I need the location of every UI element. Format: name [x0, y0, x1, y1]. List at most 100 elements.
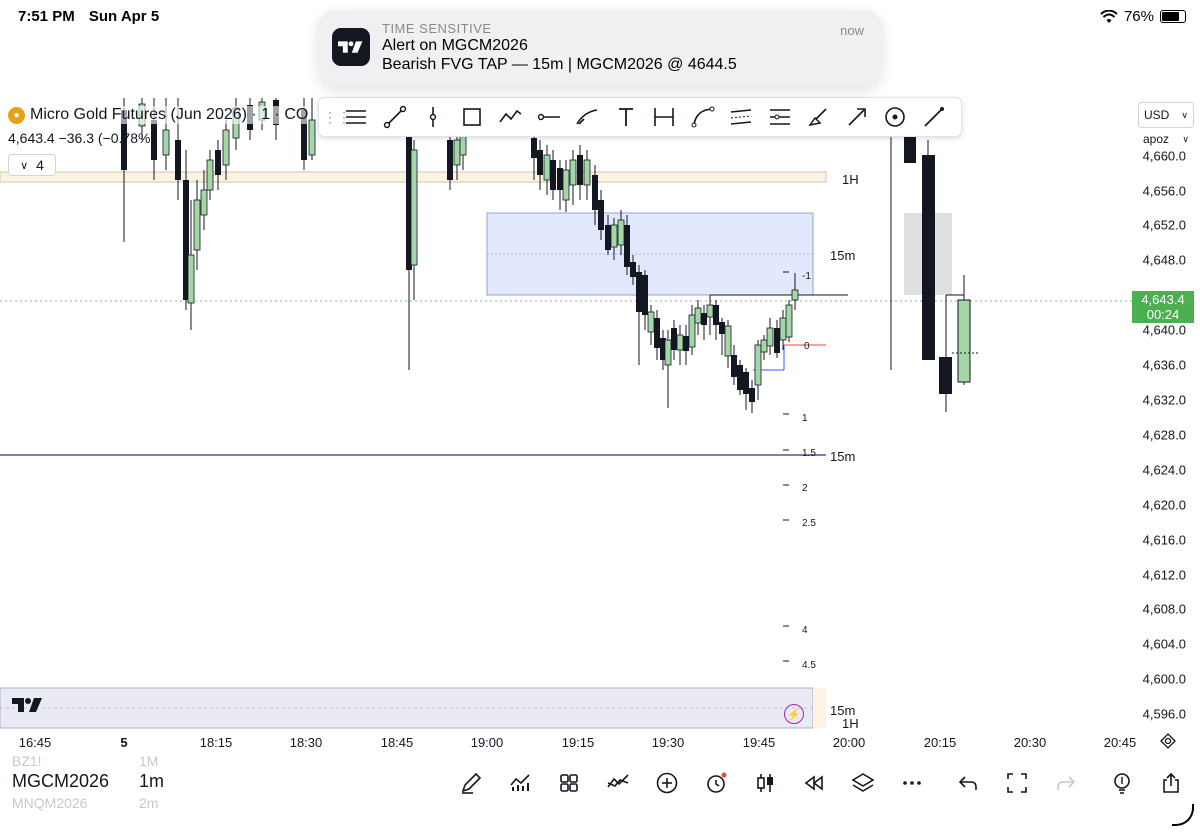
candles-icon[interactable]: [750, 768, 780, 798]
time-tick: 19:30: [651, 735, 685, 750]
price-tick: 4,632.0: [1142, 392, 1186, 408]
notification-body: Bearish FVG TAP — 15m | MGCM2026 @ 4644.…: [382, 56, 737, 73]
redo-icon[interactable]: [1051, 768, 1081, 798]
time-tick: 18:45: [380, 735, 414, 750]
price-range-icon[interactable]: [645, 97, 684, 137]
price-tick: 4,656.0: [1142, 183, 1186, 199]
label-1h-lower: 1H: [842, 716, 859, 731]
fib-icon[interactable]: [761, 97, 800, 137]
trend-line-icon[interactable]: [376, 97, 415, 137]
fib-label: 2.5: [802, 518, 816, 529]
label-15m-mid: 15m: [830, 449, 856, 464]
fib-label: -1: [802, 271, 811, 282]
price-tick: 4,596.0: [1142, 706, 1186, 722]
rectangle-icon[interactable]: [453, 97, 492, 137]
compare-icon[interactable]: [603, 768, 633, 798]
fib-label: 0: [804, 341, 810, 352]
prev-interval: 1M: [139, 753, 159, 769]
fullscreen-icon[interactable]: [1002, 768, 1032, 798]
alarm-icon[interactable]: [701, 768, 731, 798]
brush-icon[interactable]: [799, 97, 838, 137]
target-icon[interactable]: [876, 97, 915, 137]
more-icon[interactable]: [897, 768, 927, 798]
next-interval: 2m: [139, 795, 159, 811]
undo-icon[interactable]: [953, 768, 983, 798]
time-tick: 16:45: [18, 735, 52, 750]
time-tick: 5: [120, 735, 128, 750]
unit-select[interactable]: apoz ∨: [1138, 128, 1194, 150]
price-tick: 4,660.0: [1142, 148, 1186, 164]
time-tick: 20:45: [1103, 735, 1137, 750]
ideas-lightbulb-icon[interactable]: [1107, 768, 1137, 798]
symbol-search-button[interactable]: MGCM2026: [12, 771, 109, 792]
notification-title: Alert on MGCM2026: [382, 37, 528, 54]
curve-icon[interactable]: [568, 97, 607, 137]
collapse-indicators-button[interactable]: ∨ 4: [8, 154, 56, 176]
fib-label: 1: [802, 413, 808, 424]
arc-icon[interactable]: [684, 97, 723, 137]
chevron-down-icon: ∨: [1182, 133, 1189, 144]
fib-label: 1.5: [802, 448, 816, 459]
replay-icon[interactable]: [799, 768, 829, 798]
price-tick: 4,648.0: [1142, 252, 1186, 268]
candles-htf: [890, 130, 980, 412]
time-tick: 18:15: [199, 735, 233, 750]
current-price: 4,643.4: [1141, 292, 1185, 307]
price-change: 4,643.4 −36.3 (−0.78%): [8, 130, 156, 146]
path-icon[interactable]: [491, 97, 530, 137]
fib-label: 4.5: [802, 660, 816, 671]
tradingview-logo[interactable]: [12, 696, 44, 719]
drag-handle-icon[interactable]: ⋮⋮: [323, 109, 351, 126]
draw-pencil-icon[interactable]: [456, 768, 486, 798]
chevron-down-icon: ∨: [1181, 109, 1188, 120]
indicators-icon[interactable]: [505, 768, 535, 798]
prev-symbol: BZ1!: [12, 753, 42, 769]
vertical-line-icon[interactable]: [414, 97, 453, 137]
drawing-toolbar: ⋮⋮: [318, 97, 962, 137]
symbol-title: Micro Gold Futures (Jun 2026) · 1 · CO: [30, 106, 309, 123]
chart-settings-icon[interactable]: [1160, 733, 1176, 749]
price-tick: 4,624.0: [1142, 462, 1186, 478]
chevron-down-icon: ∨: [20, 159, 29, 172]
horizontal-ray-icon[interactable]: [530, 97, 569, 137]
arrow-icon[interactable]: [838, 97, 877, 137]
pen-icon[interactable]: [915, 97, 954, 137]
time-tick: 20:00: [832, 735, 866, 750]
bottom-toolbar: BZ1! 1M MGCM2026 1m MNQM2026 2m: [0, 753, 1200, 834]
fib-label: 2: [802, 483, 808, 494]
time-tick: 20:15: [923, 735, 957, 750]
parallel-channel-icon[interactable]: [722, 97, 761, 137]
price-tick: 4,608.0: [1142, 601, 1186, 617]
label-1h-upper: 1H: [842, 172, 859, 187]
price-tick: 4,600.0: [1142, 671, 1186, 687]
price-tick: 4,616.0: [1142, 532, 1186, 548]
horizontal-lines-icon[interactable]: [337, 97, 376, 137]
add-icon[interactable]: [652, 768, 682, 798]
text-icon[interactable]: [607, 97, 646, 137]
lightning-icon[interactable]: ⚡: [784, 704, 804, 724]
current-price-badge: 4,643.4 00:24: [1132, 291, 1194, 323]
share-icon[interactable]: [1156, 768, 1186, 798]
price-tick: 4,636.0: [1142, 357, 1186, 373]
currency-select[interactable]: USD ∨: [1138, 102, 1194, 128]
label-15m-upper: 15m: [830, 248, 856, 263]
time-tick: 18:30: [289, 735, 323, 750]
interval-button[interactable]: 1m: [139, 771, 164, 792]
price-tick: 4,652.0: [1142, 217, 1186, 233]
notification-banner[interactable]: TIME SENSITIVE now Alert on MGCM2026 Bea…: [318, 10, 882, 86]
time-tick: 19:00: [470, 735, 504, 750]
time-tick: 19:45: [742, 735, 776, 750]
price-tick: 4,604.0: [1142, 636, 1186, 652]
next-symbol: MNQM2026: [12, 795, 88, 811]
indicator-count: 4: [36, 157, 44, 173]
notification-tag: TIME SENSITIVE: [382, 21, 492, 36]
symbol-legend[interactable]: ● Micro Gold Futures (Jun 2026) · 1 · CO: [8, 106, 309, 124]
layout-grid-icon[interactable]: [554, 768, 584, 798]
unit-value: apoz: [1143, 132, 1170, 146]
bar-countdown: 00:24: [1146, 307, 1180, 322]
notification-time: now: [840, 23, 864, 38]
time-tick: 20:30: [1013, 735, 1047, 750]
tradingview-app-icon: [332, 28, 370, 66]
layers-icon[interactable]: [848, 768, 878, 798]
resize-corner-icon: [1172, 804, 1194, 826]
